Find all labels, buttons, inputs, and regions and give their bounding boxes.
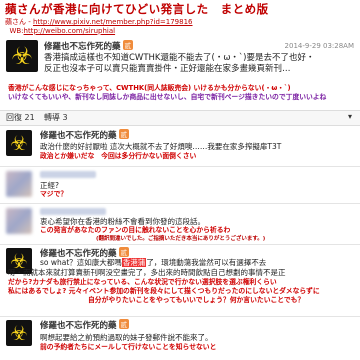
timestamp: 2014-9-29 03:28AM xyxy=(284,42,354,50)
wb-label: WB: xyxy=(9,26,24,35)
src-label: 蘋さん - xyxy=(5,18,33,26)
blurred-avatar xyxy=(6,208,32,234)
reply-item: 衷心希望你在香港的粉絲不會看到你發的這段話。 この発言があなたのファンの目に触れ… xyxy=(0,205,360,245)
reply-item: ☣ 修羅也不忘作死的藥贰 啊想起要給之前預約過取的妹子發郵件說不能來了。 前の予… xyxy=(0,318,360,360)
reply-bar: 回復 21 轉導 3 ▾ xyxy=(0,110,360,126)
expand-icon[interactable]: ▾ xyxy=(348,112,352,121)
divider xyxy=(0,316,360,317)
main-post: ☣ 修羅也不忘作死的藥贰 2014-9-29 03:28AM 香港搞成這樣也不知… xyxy=(0,38,360,110)
divider xyxy=(0,203,360,204)
biohazard-avatar-icon[interactable]: ☣ xyxy=(6,130,32,156)
reply-note: (翻訳間違いでした。ご指摘いただき本当にありがとうございます。) xyxy=(96,236,266,242)
reply-translation: だから?カナダも旅行禁止になっている、こんな状況で行かない選択肢を選ぶ権利くらい… xyxy=(8,278,320,304)
reply-text: 政治什麼的好討厭啦 這次大概就不去了好煩噢……我要在家多搾擬扉T3T xyxy=(40,142,282,151)
reply-item: ☣ 修羅也不忘作死的藥贰 政治什麼的好討厭啦 這次大概就不去了好煩噢……我要在家… xyxy=(0,128,360,164)
biohazard-avatar-icon[interactable]: ☣ xyxy=(6,320,32,346)
weibo-link[interactable]: http://weibo.com/siruphial xyxy=(24,27,116,35)
blurred-username xyxy=(40,171,96,178)
reply-text: so what？這如康大都嗎香港蒲了，環境動蕩我當然可以有選擇不去 xyxy=(40,258,267,267)
divider xyxy=(0,166,360,167)
divider xyxy=(0,244,360,245)
rank-badge: 贰 xyxy=(122,40,134,50)
reply-item: ☣ 修羅也不忘作死的藥贰 so what？這如康大都嗎香港蒲了，環境動蕩我當然可… xyxy=(0,246,360,316)
reply-translation: マジで？ xyxy=(40,190,68,198)
highlighted-word: 香港蒲 xyxy=(121,258,147,267)
blurred-username xyxy=(40,208,106,215)
reposts-count[interactable]: 轉導 3 xyxy=(44,112,68,123)
blurred-avatar xyxy=(6,171,32,197)
reply-username[interactable]: 修羅也不忘作死的藥贰 xyxy=(40,129,130,141)
reply-text: 啊想起要給之前預約過取的妹子發郵件說不能來了。 xyxy=(40,333,213,342)
reply-text-2: 呀・而就本來就打算賣新刊啊没空畫完了，多出來的時間飲點自己想劃的事情不是正 xyxy=(8,268,286,277)
pixiv-link[interactable]: http://www.pixiv.net/member.php?id=17981… xyxy=(33,18,193,26)
rank-badge: 贰 xyxy=(118,129,130,139)
page-title: 蘋さんが香港に向けてひどい発言した まとめ版 xyxy=(5,2,269,16)
reply-translation: 政治とか嫌いだな 今回は多分行かない面倒くさい xyxy=(40,152,197,160)
comments-count[interactable]: 回復 21 xyxy=(6,112,35,123)
biohazard-avatar-icon[interactable]: ☣ xyxy=(6,40,38,72)
rank-badge: 贰 xyxy=(118,247,130,257)
reply-username[interactable]: 修羅也不忘作死的藥贰 xyxy=(40,319,130,331)
reply-translation: この発言があなたのファンの目に触れないことを心から祈るわ xyxy=(40,226,231,234)
reply-item: 正經? マジで？ xyxy=(0,168,360,204)
rank-badge: 贰 xyxy=(118,319,130,329)
reply-translation: 前の予約者たちにメールして行けないことを知らせないと xyxy=(40,343,217,351)
main-post-username[interactable]: 修羅也不忘作死的藥贰 xyxy=(44,40,134,52)
main-post-text: 香港搞成這樣也不知道CWTHK還能不能去了(・ω・`)要是去不了也好・ 反正也沒… xyxy=(44,53,315,74)
main-post-translation: 香港がこんな感じになっちゃって、CWTHK(同人誌販売会) いけるかも分からない… xyxy=(8,84,327,101)
source-credit: 蘋さん - http://www.pixiv.net/member.php?id… xyxy=(5,18,193,35)
